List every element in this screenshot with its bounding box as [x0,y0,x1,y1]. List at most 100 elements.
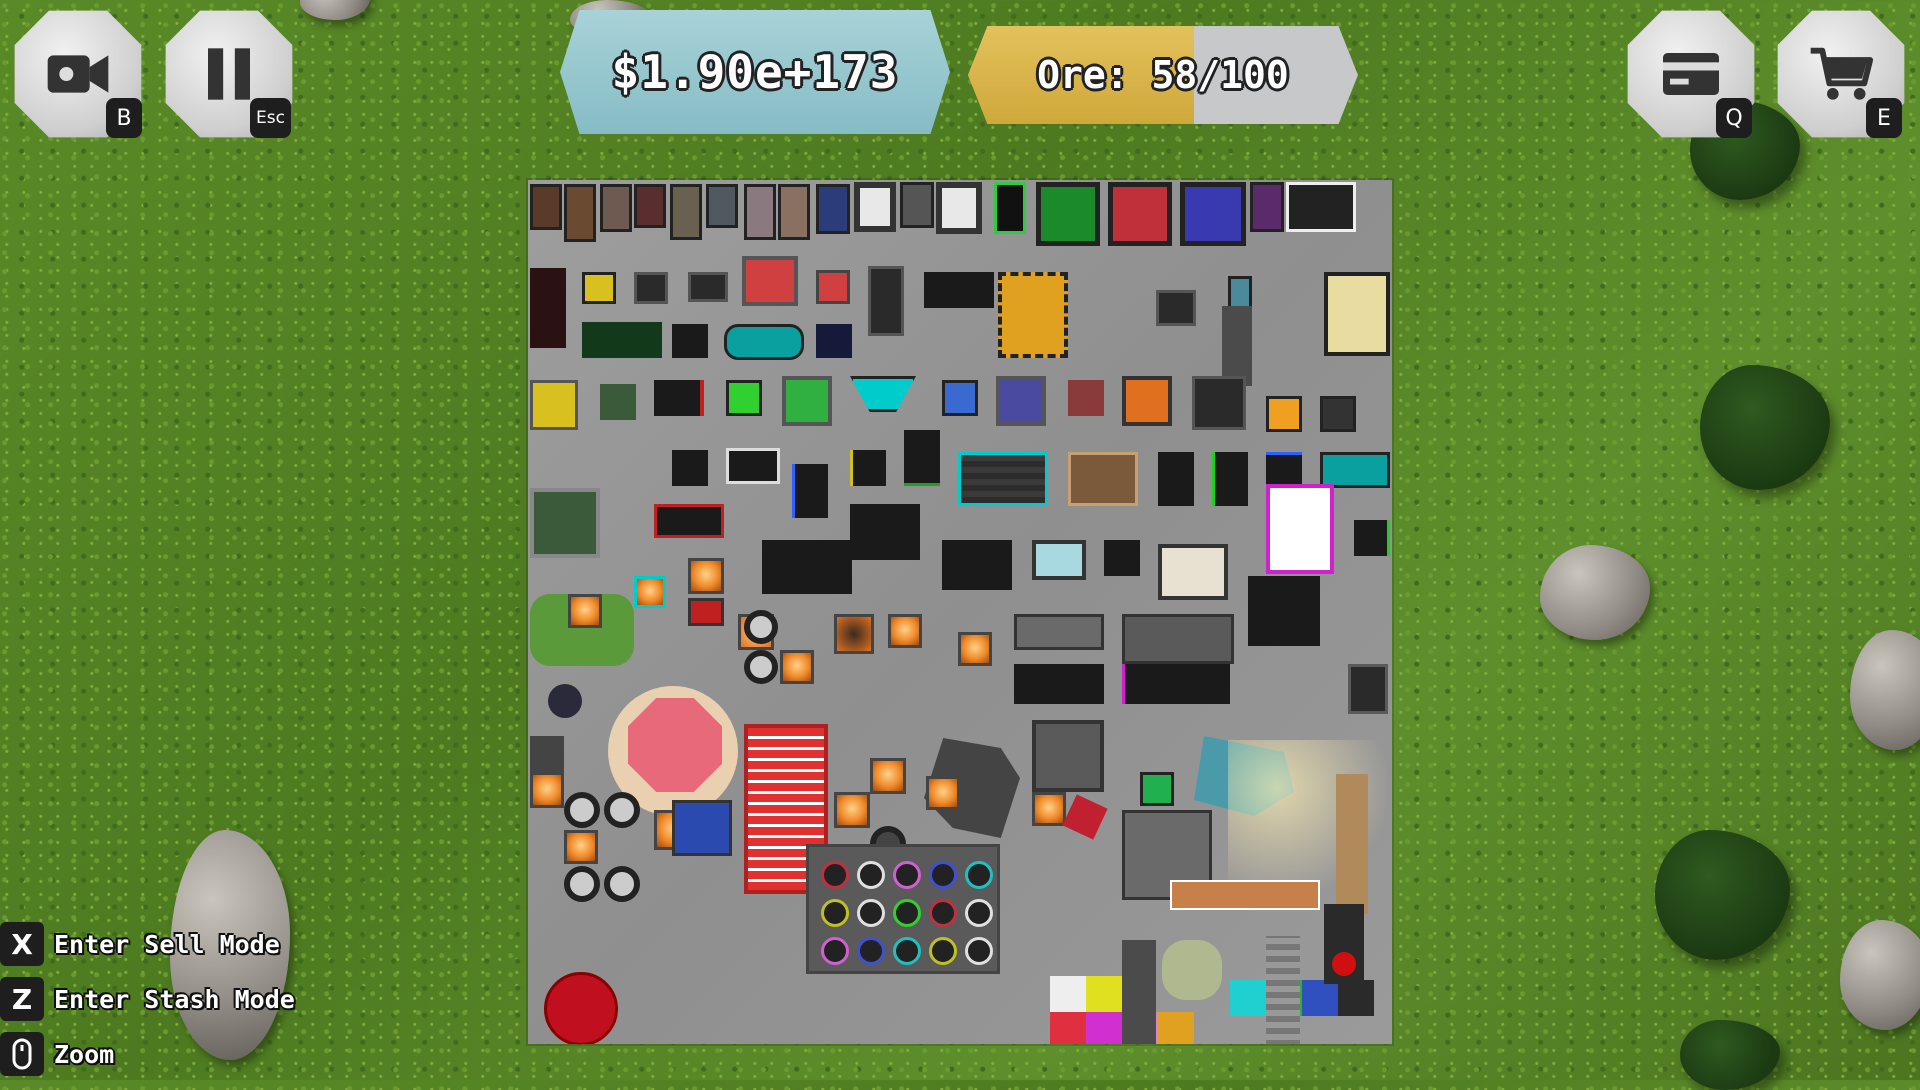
machine-block[interactable] [850,504,920,560]
machine-block[interactable] [904,430,940,486]
gem-slot[interactable] [821,861,849,889]
machine-block[interactable] [1122,614,1234,664]
machine-block[interactable] [672,450,708,486]
ore-furnace[interactable] [834,614,874,654]
ore-dropper[interactable] [778,184,810,240]
ore-dropper[interactable] [854,182,896,232]
gem-slot[interactable] [893,899,921,927]
ore-dropper[interactable] [600,184,632,232]
ore-dropper[interactable] [706,184,738,228]
ore-dropper[interactable] [936,182,982,234]
gem-slot[interactable] [965,937,993,965]
ore-furnace[interactable] [530,772,564,808]
machine-block[interactable] [600,384,636,420]
ore-furnace[interactable] [926,776,960,810]
machine-block[interactable] [1032,720,1104,792]
ore-furnace[interactable] [888,614,922,648]
machine-block[interactable] [1158,452,1194,506]
ore-dropper[interactable] [530,184,562,230]
machine-block[interactable] [530,736,564,772]
laser-upgrader[interactable] [1014,614,1104,650]
machine-block[interactable] [530,488,600,558]
color-tile[interactable] [1338,980,1374,1016]
machine-block[interactable] [634,272,668,304]
ore-dropper[interactable] [994,182,1026,234]
gem-slot[interactable] [965,899,993,927]
ore-furnace[interactable] [1032,792,1066,826]
laser-upgrader[interactable] [1122,664,1230,704]
machine-block[interactable] [868,266,904,336]
ore-furnace[interactable] [958,632,992,666]
machine-block[interactable] [1104,540,1140,576]
ore-dropper[interactable] [670,184,702,240]
machine-block[interactable] [530,268,566,348]
machine-block[interactable] [762,540,852,594]
machine-block[interactable] [672,800,732,856]
gem-grid[interactable] [806,844,1000,974]
gem-slot[interactable] [857,899,885,927]
upgrader[interactable] [782,376,832,426]
machine-block[interactable] [1140,772,1174,806]
machine-block[interactable] [1156,290,1196,326]
machine-block[interactable] [1068,452,1138,506]
gem-slot[interactable] [893,937,921,965]
color-tile[interactable] [1230,980,1266,1016]
ore-dropper[interactable] [744,184,776,240]
machine-block[interactable] [1348,664,1388,714]
machine-block[interactable] [672,324,708,358]
machine-block[interactable] [1354,520,1390,556]
upgrader[interactable] [1192,376,1246,430]
factory-base-plate[interactable] [528,180,1392,1044]
ore-furnace[interactable] [568,594,602,628]
gem-slot[interactable] [821,937,849,965]
gem-slot[interactable] [965,861,993,889]
gem-slot[interactable] [821,899,849,927]
machine-block[interactable] [582,272,616,304]
ring-upgrader[interactable] [744,650,778,684]
ore-dropper[interactable] [1036,182,1100,246]
gem-slot[interactable] [929,899,957,927]
machine-block[interactable] [1320,452,1390,488]
ore-furnace[interactable] [564,830,598,864]
gem-slot[interactable] [893,861,921,889]
machine-block[interactable] [654,380,704,416]
gem-slot[interactable] [929,861,957,889]
machine-block[interactable] [1062,794,1108,840]
machine-block[interactable] [688,598,724,626]
ore-dropper[interactable] [1108,182,1172,246]
machine-block[interactable] [942,540,1012,590]
gold-dropper[interactable] [1324,272,1390,356]
upgrader[interactable] [726,380,762,416]
red-teleporter-pad[interactable] [544,972,618,1044]
color-tile[interactable] [1086,976,1122,1012]
ore-furnace[interactable] [870,758,906,794]
color-tile[interactable] [1050,976,1086,1012]
machine-block[interactable] [654,504,724,538]
machine-block[interactable] [1158,544,1228,600]
ore-furnace[interactable] [688,558,724,594]
ore-furnace[interactable] [834,792,870,828]
upgrader[interactable] [530,380,578,430]
machine-block[interactable] [1212,452,1248,506]
conveyor[interactable] [958,452,1048,506]
ore-dropper[interactable] [1180,182,1246,246]
machine-block[interactable] [1266,452,1302,488]
machine-block[interactable] [1266,396,1302,432]
upgrader[interactable] [996,376,1046,426]
red-button[interactable] [1332,952,1356,976]
machine-block[interactable] [1032,540,1086,580]
ring-upgrader[interactable] [604,792,640,828]
machine-block[interactable] [1248,576,1320,646]
ore-furnace[interactable] [780,650,814,684]
ore-dropper[interactable] [816,184,850,234]
ore-dropper[interactable] [564,184,596,242]
gem-slot[interactable] [857,861,885,889]
color-tile[interactable] [1050,1012,1086,1044]
machine-block[interactable] [816,270,850,304]
conveyor[interactable] [924,272,994,308]
machine-block[interactable] [792,464,828,518]
color-tile[interactable] [1086,1012,1122,1044]
upgrader[interactable] [942,380,978,416]
machine-block[interactable] [688,272,728,302]
ore-dropper[interactable] [900,182,934,228]
